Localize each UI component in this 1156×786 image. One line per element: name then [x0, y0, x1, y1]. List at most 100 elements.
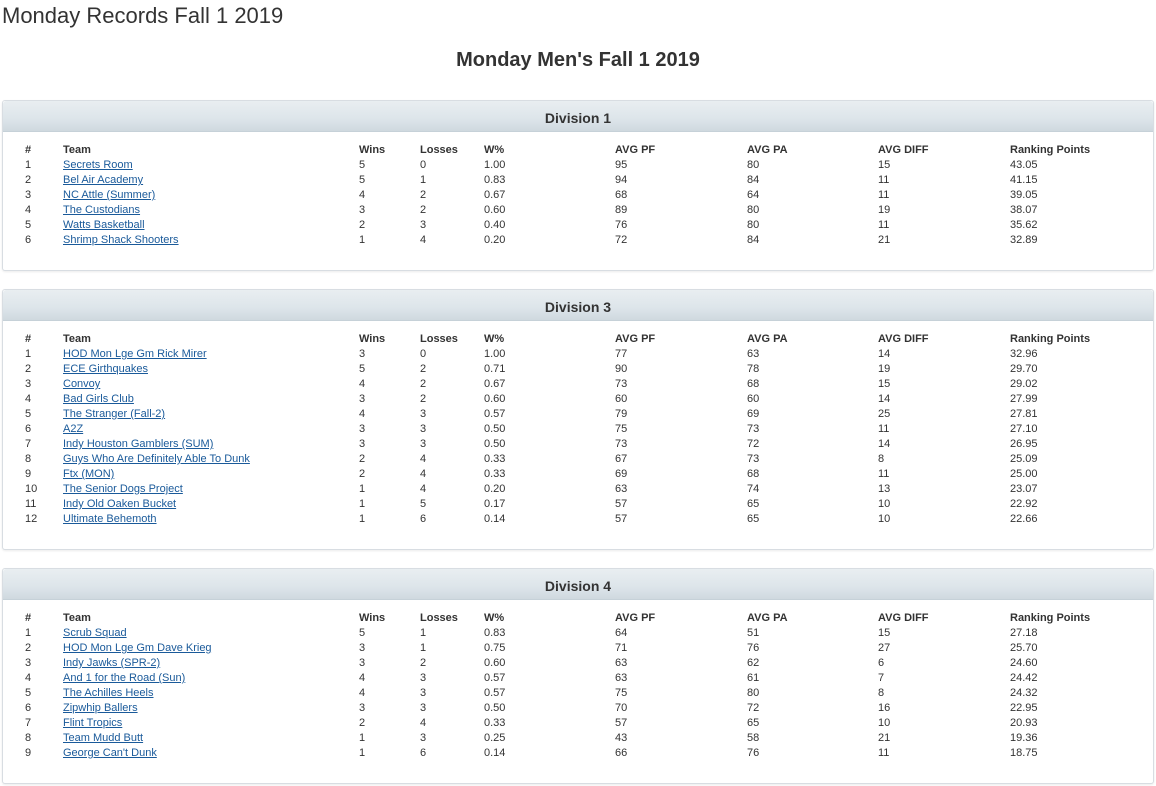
col-team-header[interactable]: Team — [63, 332, 359, 347]
col-win-pct-header[interactable]: W% — [484, 143, 615, 158]
col-rank-header[interactable]: # — [25, 332, 63, 347]
col-avg-diff-cell: 11 — [878, 747, 890, 759]
col-avg-pa-cell: 73 — [747, 423, 760, 435]
col-avg-diff-header[interactable]: AVG DIFF — [878, 143, 1010, 158]
team-link[interactable]: Indy Jawks (SPR-2) — [63, 657, 160, 669]
col-wins-cell: 1 — [359, 747, 366, 759]
col-wins-cell: 4 — [359, 189, 366, 201]
team-cell: Shrimp Shack Shooters — [63, 233, 359, 248]
team-link[interactable]: The Senior Dogs Project — [63, 483, 183, 495]
team-cell: HOD Mon Lge Gm Dave Krieg — [63, 641, 359, 656]
col-ranking-points-header[interactable]: Ranking Points — [1010, 611, 1130, 626]
col-ranking-points-cell: 20.93 — [1010, 717, 1038, 729]
col-losses-header[interactable]: Losses — [420, 611, 484, 626]
col-rank-header[interactable]: # — [25, 611, 63, 626]
team-link[interactable]: ECE Girthquakes — [63, 363, 148, 375]
col-avg-pa-cell: 65 — [747, 717, 760, 729]
col-ranking-points-header[interactable]: Ranking Points — [1010, 332, 1130, 347]
team-link[interactable]: Ultimate Behemoth — [63, 513, 157, 525]
col-rank-header[interactable]: # — [25, 143, 63, 158]
team-link[interactable]: A2Z — [63, 423, 83, 435]
col-losses-cell: 3 — [420, 702, 427, 714]
col-ranking-points-cell: 26.95 — [1010, 438, 1038, 450]
team-link[interactable]: Scrub Squad — [63, 627, 127, 639]
col-win-pct-cell: 0.83 — [484, 174, 506, 186]
team-link[interactable]: And 1 for the Road (Sun) — [63, 672, 185, 684]
col-avg-pf-cell: 94 — [615, 174, 628, 186]
standings-table: # Team Wins Losses W% AVG PF AVG PA AVG DIFF Ran… — [25, 611, 1130, 761]
col-wins-cell: 3 — [359, 702, 366, 714]
team-link[interactable]: Guys Who Are Definitely Able To Dunk — [63, 453, 250, 465]
col-avg-diff-cell: 10 — [878, 717, 891, 729]
col-wins-cell: 2 — [359, 717, 366, 729]
col-team-header[interactable]: Team — [63, 611, 359, 626]
col-wins-cell: 5 — [359, 174, 366, 186]
col-wins-cell: 3 — [359, 438, 366, 450]
col-wins-header[interactable]: Wins — [359, 143, 420, 158]
col-avg-pa-cell: 84 — [747, 234, 760, 246]
col-rank-cell: 2 — [25, 174, 32, 186]
team-link[interactable]: Flint Tropics — [63, 717, 122, 729]
team-link[interactable]: Convoy — [63, 378, 100, 390]
col-avg-pa-header[interactable]: AVG PA — [747, 143, 878, 158]
col-losses-cell: 2 — [420, 189, 427, 201]
team-link[interactable]: Team Mudd Butt — [63, 732, 143, 744]
team-link[interactable]: Zipwhip Ballers — [63, 702, 138, 714]
col-losses-header[interactable]: Losses — [420, 332, 484, 347]
col-avg-pa-cell: 68 — [747, 378, 760, 390]
col-avg-pa-header[interactable]: AVG PA — [747, 332, 878, 347]
col-win-pct-header[interactable]: W% — [484, 611, 615, 626]
col-avg-pf-header[interactable]: AVG PF — [615, 143, 747, 158]
team-link[interactable]: NC Attle (Summer) — [63, 189, 155, 201]
col-wins-cell: 3 — [359, 348, 366, 360]
col-avg-diff-header[interactable]: AVG DIFF — [878, 611, 1010, 626]
col-ranking-points-cell: 38.07 — [1010, 204, 1038, 216]
team-link[interactable]: Watts Basketball — [63, 219, 145, 231]
col-avg-pf-cell: 95 — [615, 159, 628, 171]
team-link[interactable]: Shrimp Shack Shooters — [63, 234, 179, 246]
col-win-pct-header[interactable]: W% — [484, 332, 615, 347]
team-link[interactable]: Secrets Room — [63, 159, 133, 171]
team-link[interactable]: HOD Mon Lge Gm Dave Krieg — [63, 642, 212, 654]
col-avg-pf-cell: 75 — [615, 687, 628, 699]
col-avg-pf-header[interactable]: AVG PF — [615, 332, 747, 347]
team-link[interactable]: George Can't Dunk — [63, 747, 157, 759]
team-link[interactable]: Indy Houston Gamblers (SUM) — [63, 438, 213, 450]
team-link[interactable]: Bad Girls Club — [63, 393, 134, 405]
col-ranking-points-header[interactable]: Ranking Points — [1010, 143, 1130, 158]
col-avg-diff-cell: 15 — [878, 378, 891, 390]
team-link[interactable]: HOD Mon Lge Gm Rick Mirer — [63, 348, 207, 360]
col-wins-header[interactable]: Wins — [359, 332, 420, 347]
team-cell: George Can't Dunk — [63, 746, 359, 761]
col-ranking-points-cell: 25.00 — [1010, 468, 1038, 480]
col-avg-diff-cell: 15 — [878, 627, 891, 639]
col-avg-pa-cell: 62 — [747, 657, 760, 669]
col-avg-diff-header[interactable]: AVG DIFF — [878, 332, 1010, 347]
team-cell: Scrub Squad — [63, 626, 359, 641]
col-avg-pa-cell: 80 — [747, 159, 760, 171]
col-ranking-points-cell: 39.05 — [1010, 189, 1038, 201]
col-losses-cell: 0 — [420, 348, 427, 360]
col-avg-pf-header[interactable]: AVG PF — [615, 611, 747, 626]
team-link[interactable]: Bel Air Academy — [63, 174, 143, 186]
col-avg-pf-cell: 76 — [615, 219, 628, 231]
col-team-header[interactable]: Team — [63, 143, 359, 158]
col-wins-cell: 1 — [359, 483, 366, 495]
team-link[interactable]: The Custodians — [63, 204, 140, 216]
team-cell: The Achilles Heels — [63, 686, 359, 701]
col-avg-pa-header[interactable]: AVG PA — [747, 611, 878, 626]
col-win-pct-cell: 0.50 — [484, 702, 506, 714]
col-avg-pf-cell: 73 — [615, 378, 628, 390]
team-link[interactable]: The Achilles Heels — [63, 687, 154, 699]
team-cell: HOD Mon Lge Gm Rick Mirer — [63, 347, 359, 362]
col-rank-cell: 4 — [25, 393, 32, 405]
team-link[interactable]: Indy Old Oaken Bucket — [63, 498, 176, 510]
team-link[interactable]: The Stranger (Fall-2) — [63, 408, 165, 420]
col-wins-header[interactable]: Wins — [359, 611, 420, 626]
team-link[interactable]: Ftx (MON) — [63, 468, 114, 480]
col-ranking-points-cell: 22.92 — [1010, 498, 1038, 510]
table-row: 1 HOD Mon Lge Gm Rick Mirer 3 0 1.00 77 63 14 32… — [25, 347, 1130, 362]
col-win-pct-cell: 0.67 — [484, 189, 506, 201]
col-losses-header[interactable]: Losses — [420, 143, 484, 158]
col-avg-diff-cell: 14 — [878, 348, 891, 360]
